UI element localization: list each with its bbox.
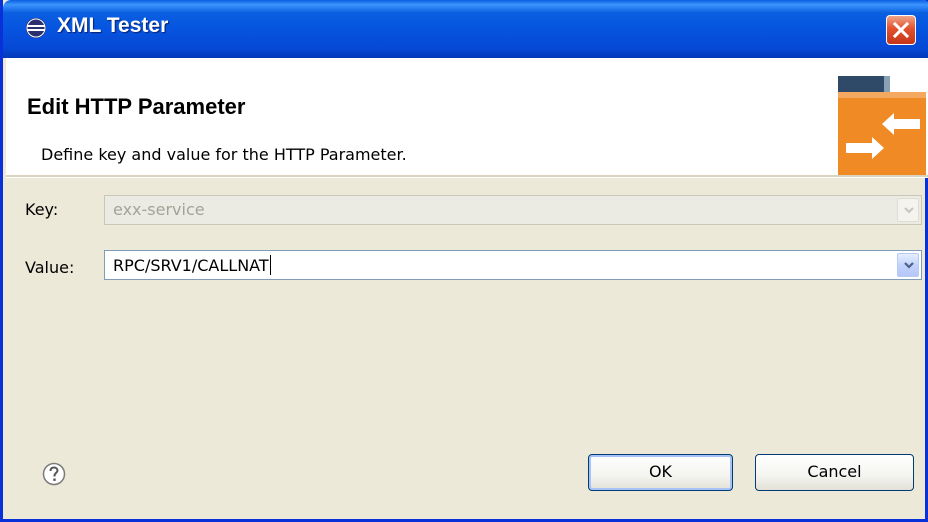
page-description: Define key and value for the HTTP Parame… [41, 145, 407, 164]
text-caret [269, 255, 271, 275]
xml-tester-dialog: XML Tester Edit HTTP Parameter Define ke… [0, 0, 928, 522]
header-separator [6, 175, 928, 178]
exchange-arrows-icon [838, 76, 926, 175]
help-icon[interactable] [42, 462, 66, 486]
ok-button[interactable]: OK [588, 454, 733, 491]
key-label: Key: [25, 200, 59, 219]
close-icon [892, 21, 910, 39]
chevron-down-icon [904, 262, 914, 269]
close-button[interactable] [886, 15, 916, 45]
key-value: exx-service [113, 200, 205, 219]
key-dropdown-button [897, 198, 919, 222]
value-combo[interactable]: RPC/SRV1/CALLNAT [104, 250, 922, 280]
value-input[interactable]: RPC/SRV1/CALLNAT [113, 255, 271, 275]
window-title: XML Tester [57, 14, 169, 37]
page-title: Edit HTTP Parameter [27, 94, 246, 119]
value-dropdown-button[interactable] [897, 253, 919, 277]
cancel-button[interactable]: Cancel [755, 454, 914, 491]
key-combo: exx-service [104, 195, 922, 225]
chevron-down-icon [904, 207, 914, 214]
eclipse-icon [26, 18, 46, 38]
value-label: Value: [25, 258, 75, 277]
title-bar[interactable]: XML Tester [3, 0, 928, 58]
